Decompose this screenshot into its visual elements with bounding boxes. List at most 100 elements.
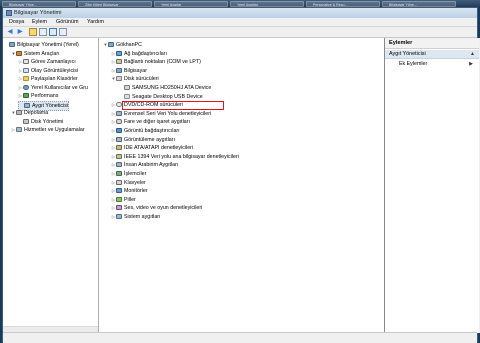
highlight-box	[122, 101, 224, 110]
device-manager-icon	[24, 102, 30, 108]
device-item-ieee-1394-veri-yolu-ana-bilgisayar-denetleyicileri[interactable]: ▷ IEEE 1394 Veri yolu ana bilgisayar dene…	[111, 153, 239, 161]
device-item-label: Görüntü bağdaştırıcıları	[124, 128, 180, 134]
device-item-gokhanpc[interactable]: ▼ GökhanPC	[103, 41, 142, 49]
tools-icon	[16, 50, 22, 56]
device-item-label: Ağ bağdaştırıcıları	[124, 50, 167, 57]
device-item-label: IEEE 1394 Veri yolu ana bilgisayar denet…	[124, 153, 239, 160]
services-icon	[16, 127, 22, 132]
device-item-label: Fare ve diğer işaret aygıtları	[124, 119, 190, 126]
console-tree-pane: Bilgisayar Yönetimi (Yerel) ▼ Sistem Araçl…	[3, 38, 99, 334]
device-item-label: Sistem aygıtları	[124, 214, 161, 220]
help-icon[interactable]	[49, 28, 57, 36]
content-area: Bilgisayar Yönetimi (Yerel) ▼ Sistem Araçl…	[3, 38, 480, 343]
properties-icon[interactable]	[39, 28, 47, 36]
tree-item-yerel-kullanicilar-ve-gru[interactable]: ▷ Yerel Kullanıcılar ve Gru	[18, 84, 88, 92]
keyboard-icon	[116, 179, 122, 185]
device-item-klavyeler[interactable]: ▷ Klavyeler	[111, 179, 146, 187]
device-item-ide-ata-atapi-denetleyicileri[interactable]: ▷ IDE ATA/ATAPI denetleyicileri	[111, 144, 193, 152]
device-item-label: GökhanPC	[116, 42, 142, 48]
actions-section-device-manager[interactable]: Aygıt Yöneticisi ▲	[385, 50, 479, 59]
collapse-caret-icon[interactable]: ▲	[470, 50, 475, 59]
tree-item-label: Paylaşılan Klasörler	[31, 76, 78, 82]
show-hide-tree-icon[interactable]	[59, 28, 67, 36]
forward-arrow-icon[interactable]: ▶	[16, 28, 24, 36]
window-title: Bilgisayar Yönetimi	[14, 10, 62, 16]
usb-drive-icon	[124, 93, 130, 99]
device-item-goruntuleme-aygitlari[interactable]: ▷ Görüntüleme aygıtları	[111, 136, 175, 144]
device-item-label: SAMSUNG HD250HJ ATA Device	[132, 85, 212, 91]
device-item-sistem-aygitlari[interactable]: ▷ Sistem aygıtları	[111, 213, 161, 221]
computer-icon	[108, 42, 114, 47]
device-item-piller[interactable]: ▷ Piller	[111, 196, 136, 204]
device-item-label: Evrensel Seri Veri Yolu denetleyicileri	[124, 110, 212, 117]
status-bar	[3, 332, 477, 343]
device-item-label: Bağlantı noktaları (COM ve LPT)	[124, 59, 201, 66]
device-item-monitorler[interactable]: ▷ Monitörler	[111, 187, 148, 195]
title-bar[interactable]: Bilgisayar Yönetimi	[3, 8, 477, 18]
device-item-label: İnsan Arabirim Aygıtları	[124, 162, 179, 169]
tree-item-olay-goruntuleyicisi[interactable]: ▷ Olay Görüntüleyicisi	[18, 67, 78, 75]
device-item-ses-video-ve-oyun-denetleyicileri[interactable]: ▷ Ses, video ve oyun denetleyicileri	[111, 204, 202, 212]
toolbar: ◀ ▶	[3, 27, 477, 38]
tree-item-bilgisayar-yonetimi-yerel[interactable]: Bilgisayar Yönetimi (Yerel)	[4, 41, 79, 49]
ieee1394-icon	[116, 153, 122, 159]
mouse-icon	[116, 119, 122, 125]
tree-item-gorev-zamanlayici[interactable]: ▷ Görev Zamanlayıcı	[18, 58, 76, 66]
imaging-device-icon	[116, 136, 122, 142]
device-item-label: Bilgisayar	[124, 67, 147, 74]
device-item-label: Klavyeler	[124, 179, 146, 186]
device-item-fare-ve-diger-isaret-aygitlari[interactable]: ▷ Fare ve diğer işaret aygıtları	[111, 118, 190, 126]
menu-eylem[interactable]: Eylem	[32, 18, 47, 26]
ide-controller-icon	[116, 145, 122, 151]
submenu-arrow-icon: ▶	[469, 61, 473, 67]
device-item-i-slemciler[interactable]: ▷ İşlemciler	[111, 170, 146, 178]
back-arrow-icon[interactable]: ◀	[6, 28, 14, 36]
hid-icon	[116, 162, 122, 168]
more-actions-label: Ek Eylemler	[399, 61, 428, 67]
device-item-baglanti-noktalari-com-ve-lpt[interactable]: ▷ Bağlantı noktaları (COM ve LPT)	[111, 58, 201, 66]
menu-dosya[interactable]: Dosya	[9, 18, 24, 26]
device-item-label: IDE ATA/ATAPI denetleyicileri	[124, 145, 194, 152]
device-item-seagate-desktop-usb-device[interactable]: Seagate Desktop USB Device	[119, 93, 203, 101]
tree-item-disk-yonetimi[interactable]: Disk Yönetimi	[18, 118, 63, 126]
tree-item-performans[interactable]: ▷ Performans	[18, 92, 58, 100]
shared-folder-icon	[23, 76, 29, 81]
processor-icon	[116, 171, 122, 176]
tree-item-label: Aygıt Yöneticisi	[32, 102, 69, 109]
display-adapter-icon	[116, 128, 122, 133]
device-item-goruntu-bagdastiricilari[interactable]: ▷ Görüntü bağdaştırıcıları	[111, 127, 180, 135]
users-icon	[23, 84, 29, 90]
tree-item-depolama[interactable]: ▼ Depolama	[11, 109, 48, 117]
device-item-evrensel-seri-veri-yolu-denetleyicileri[interactable]: ▷ Evrensel Seri Veri Yolu denetleyicileri	[111, 110, 211, 118]
disk-drive-icon	[124, 85, 130, 90]
network-adapter-icon	[116, 50, 122, 56]
tree-item-hizmetler-ve-uygulamalar[interactable]: ▷ Hizmetler ve Uygulamalar	[11, 126, 85, 134]
tree-item-sistem-araclari[interactable]: ▼ Sistem Araçları	[11, 50, 60, 58]
usb-controller-icon	[116, 110, 122, 116]
device-item-label: Ses, video ve oyun denetleyicileri	[124, 205, 203, 212]
menu-yardim[interactable]: Yardım	[87, 18, 104, 26]
more-actions-item[interactable]: Ek Eylemler ▶	[385, 60, 479, 69]
computer-icon	[9, 42, 15, 47]
menu-bar: Dosya Eylem Görünüm Yardım	[3, 18, 477, 27]
device-item-samsung-hd250hj-ata-device[interactable]: SAMSUNG HD250HJ ATA Device	[119, 84, 211, 92]
system-devices-icon	[116, 214, 122, 219]
device-item-ag-bagdastiricilari[interactable]: ▷ Ağ bağdaştırıcıları	[111, 50, 167, 58]
device-item-label: Görüntüleme aygıtları	[124, 136, 175, 143]
tree-item-paylasilan-klasorler[interactable]: ▷ Paylaşılan Klasörler	[18, 75, 78, 83]
up-folder-icon[interactable]	[29, 28, 37, 36]
computer-icon	[116, 67, 122, 73]
tree-item-label: Depolama	[24, 110, 49, 116]
device-list-pane: ▼ GökhanPC ▷ Ağ bağdaştırıcıları ▷ Bağlantı n…	[99, 38, 480, 333]
event-log-icon	[23, 67, 29, 73]
device-item-disk-suruculeri[interactable]: ▼ Disk sürücüleri	[111, 75, 159, 83]
device-item-i-nsan-arabirim-aygitlari[interactable]: ▷ İnsan Arabirim Aygıtları	[111, 161, 178, 169]
device-item-label: Seagate Desktop USB Device	[132, 93, 203, 100]
actions-header: Eylemler	[385, 38, 479, 49]
monitor-icon	[116, 188, 122, 194]
tree-item-label: Olay Görüntüleyicisi	[31, 67, 79, 74]
battery-icon	[116, 196, 122, 202]
device-item-bilgisayar[interactable]: ▷ Bilgisayar	[111, 67, 147, 75]
sound-icon	[116, 205, 122, 211]
menu-gorunum[interactable]: Görünüm	[56, 18, 78, 26]
